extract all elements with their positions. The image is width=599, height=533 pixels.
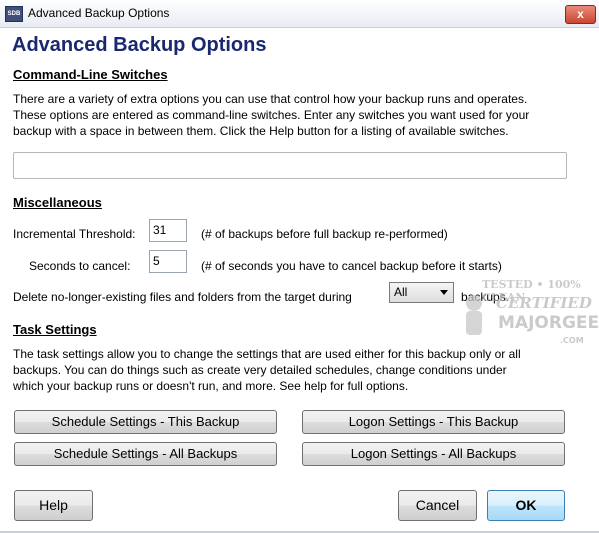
watermark-line4: .COM — [560, 336, 584, 345]
dialog-heading: Advanced Backup Options — [12, 34, 267, 56]
majorgeeks-watermark: TESTED • 100% CLEAN CERTIFIED MAJORGEEKS… — [460, 278, 599, 350]
window-title: Advanced Backup Options — [28, 6, 170, 20]
seconds-to-cancel-input[interactable]: 5 — [149, 250, 187, 273]
watermark-line2: CERTIFIED — [496, 294, 592, 312]
incremental-threshold-hint: (# of backups before full backup re-perf… — [201, 227, 448, 241]
cmdline-description-line: There are a variety of extra options you… — [13, 92, 528, 106]
title-bar: SDB Advanced Backup Options x — [0, 0, 599, 28]
incremental-threshold-input[interactable]: 31 — [149, 219, 187, 242]
cmdline-heading: Command-Line Switches — [13, 67, 168, 82]
delete-files-label: Delete no-longer-existing files and fold… — [13, 290, 352, 304]
help-button[interactable]: Help — [14, 490, 93, 521]
task-settings-description: The task settings allow you to change th… — [13, 346, 588, 394]
task-description-line: backups. You can do things such as creat… — [13, 363, 507, 377]
close-icon: x — [577, 7, 584, 21]
task-description-line: which your backup runs or doesn't run, a… — [13, 379, 409, 393]
cmdline-description-line: backup with a space in between them. Cli… — [13, 124, 509, 138]
chevron-down-icon — [440, 290, 448, 295]
command-line-switches-input[interactable] — [13, 152, 567, 179]
schedule-settings-all-backups-button[interactable]: Schedule Settings - All Backups — [14, 442, 277, 466]
cmdline-description: There are a variety of extra options you… — [13, 91, 588, 139]
app-icon: SDB — [5, 6, 23, 22]
cancel-button[interactable]: Cancel — [398, 490, 477, 521]
close-button[interactable]: x — [565, 5, 596, 24]
schedule-settings-this-backup-button[interactable]: Schedule Settings - This Backup — [14, 410, 277, 434]
seconds-to-cancel-hint: (# of seconds you have to cancel backup … — [201, 259, 502, 273]
delete-mode-value: All — [394, 285, 408, 299]
seconds-to-cancel-label: Seconds to cancel: — [29, 259, 131, 273]
delete-mode-select[interactable]: All — [389, 282, 454, 303]
misc-heading: Miscellaneous — [13, 195, 102, 210]
ok-button[interactable]: OK — [487, 490, 565, 521]
watermark-line3: MAJORGEEKS — [498, 313, 599, 333]
cmdline-description-line: These options are entered as command-lin… — [13, 108, 530, 122]
logon-settings-all-backups-button[interactable]: Logon Settings - All Backups — [302, 442, 565, 466]
dialog-content: Advanced Backup Options Command-Line Swi… — [0, 28, 599, 533]
logon-settings-this-backup-button[interactable]: Logon Settings - This Backup — [302, 410, 565, 434]
incremental-threshold-label: Incremental Threshold: — [13, 227, 136, 241]
task-settings-heading: Task Settings — [13, 322, 97, 337]
